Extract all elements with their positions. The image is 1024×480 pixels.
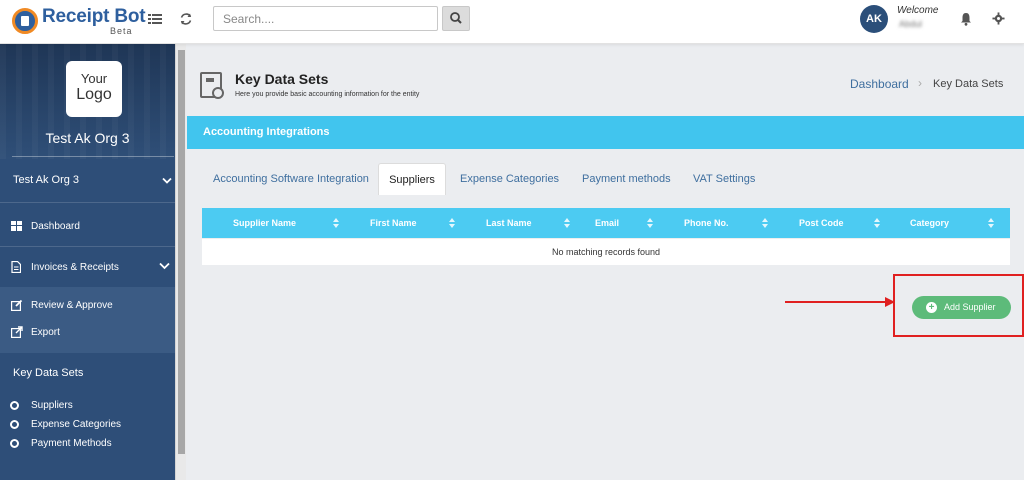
tab-expense-categories[interactable]: Expense Categories [460, 163, 559, 195]
sidebar-item-dashboard[interactable]: Dashboard [0, 220, 175, 236]
sidebar-item-label: Expense Categories [31, 419, 122, 430]
sidebar-section-key-data-sets: Key Data Sets [0, 367, 175, 383]
sort-icon[interactable] [449, 218, 455, 228]
username: Abdul [899, 19, 923, 29]
org-title: Test Ak Org 3 [45, 130, 130, 146]
search-button[interactable] [442, 6, 470, 31]
sidebar-item-payment-methods[interactable]: Payment Methods [0, 437, 175, 451]
column-header-phone-no[interactable]: Phone No. [684, 208, 729, 238]
top-bar: Receipt Bot Beta AK Welcome Abdul [0, 0, 1024, 44]
sidebar: Your Logo Test Ak Org 3 Test Ak Org 3 Da… [0, 44, 175, 480]
key-data-sets-icon [200, 72, 224, 99]
sort-icon[interactable] [762, 218, 768, 228]
sort-icon[interactable] [333, 218, 339, 228]
brand-name: Receipt Bot [42, 6, 146, 27]
sidebar-item-label: Export [31, 327, 60, 338]
circle-icon [10, 401, 19, 410]
sidebar-scrollbar[interactable] [175, 44, 186, 480]
add-supplier-button[interactable]: + Add Supplier [912, 296, 1011, 319]
page-subtitle: Here you provide basic accounting inform… [235, 91, 420, 98]
document-icon [11, 260, 23, 274]
sidebar-separator [0, 202, 175, 203]
sidebar-item-label: Invoices & Receipts [31, 262, 119, 273]
tab-payment-methods[interactable]: Payment methods [582, 163, 671, 195]
org-selector[interactable]: Test Ak Org 3 [0, 174, 175, 198]
edit-icon [11, 299, 23, 312]
plus-circle-icon: + [926, 302, 937, 313]
column-header-post-code[interactable]: Post Code [799, 208, 844, 238]
page-title: Key Data Sets [235, 71, 329, 87]
sort-icon[interactable] [988, 218, 994, 228]
tab-vat-settings[interactable]: VAT Settings [693, 163, 755, 195]
refresh-icon[interactable] [177, 12, 195, 30]
add-supplier-label: Add Supplier [944, 302, 996, 312]
welcome-label: Welcome [897, 5, 939, 16]
invoices-submenu: Review & Approve Export [0, 287, 175, 353]
column-header-last-name[interactable]: Last Name [486, 208, 532, 238]
column-header-email[interactable]: Email [595, 208, 619, 238]
gear-icon[interactable] [989, 12, 1007, 30]
breadcrumb-dashboard[interactable]: Dashboard [850, 77, 909, 91]
logo-text-line2: Logo [76, 86, 112, 103]
column-header-supplier-name[interactable]: Supplier Name [233, 208, 296, 238]
sidebar-item-invoices-receipts[interactable]: Invoices & Receipts [0, 260, 175, 276]
search-icon [450, 12, 462, 24]
breadcrumb-current: Key Data Sets [933, 78, 1004, 90]
export-icon [11, 326, 23, 339]
dashboard-icon [11, 221, 23, 233]
sidebar-item-suppliers[interactable]: Suppliers [0, 399, 175, 413]
breadcrumb-separator: › [918, 76, 922, 90]
suppliers-table: Supplier Name First Name Last Name Email… [202, 208, 1010, 265]
column-header-category[interactable]: Category [910, 208, 949, 238]
sort-icon[interactable] [647, 218, 653, 228]
sidebar-item-label: Payment Methods [31, 438, 112, 449]
chevron-down-icon [162, 177, 172, 184]
sort-icon[interactable] [564, 218, 570, 228]
table-header: Supplier Name First Name Last Name Email… [202, 208, 1010, 238]
scrollbar-thumb[interactable] [178, 50, 185, 454]
list-view-icon[interactable] [146, 12, 164, 30]
sidebar-item-review-approve[interactable]: Review & Approve [0, 299, 175, 315]
column-header-first-name[interactable]: First Name [370, 208, 417, 238]
annotation-arrow [785, 301, 887, 303]
brand-logo[interactable]: Receipt Bot Beta [12, 6, 146, 38]
org-selector-label: Test Ak Org 3 [13, 174, 80, 186]
tab-accounting-software-integration[interactable]: Accounting Software Integration [213, 163, 369, 195]
sidebar-item-label: Dashboard [31, 221, 80, 232]
circle-icon [10, 420, 19, 429]
panel-title: Accounting Integrations [187, 116, 1024, 149]
tab-bar: Accounting Software Integration Supplier… [187, 149, 1024, 197]
tab-suppliers[interactable]: Suppliers [378, 163, 446, 195]
sidebar-item-label: Suppliers [31, 400, 73, 411]
sidebar-divider [12, 156, 174, 157]
sidebar-separator [0, 246, 175, 247]
user-avatar[interactable]: AK [860, 5, 888, 33]
logo-text-line1: Your [80, 71, 108, 86]
sidebar-item-expense-categories[interactable]: Expense Categories [0, 418, 175, 432]
chevron-down-icon [159, 262, 170, 270]
bell-icon[interactable] [957, 12, 975, 30]
search-input[interactable] [213, 6, 438, 31]
org-logo: Your Logo [66, 61, 122, 117]
sidebar-header: Your Logo Test Ak Org 3 [0, 44, 175, 159]
sidebar-section-title: Key Data Sets [13, 367, 84, 379]
circle-icon [10, 439, 19, 448]
sidebar-item-export[interactable]: Export [0, 326, 175, 343]
brand-subtitle: Beta [110, 26, 133, 36]
receipt-bot-logo-icon [12, 8, 38, 34]
empty-table-message: No matching records found [202, 238, 1010, 265]
sidebar-item-label: Review & Approve [31, 300, 113, 311]
sort-icon[interactable] [874, 218, 880, 228]
